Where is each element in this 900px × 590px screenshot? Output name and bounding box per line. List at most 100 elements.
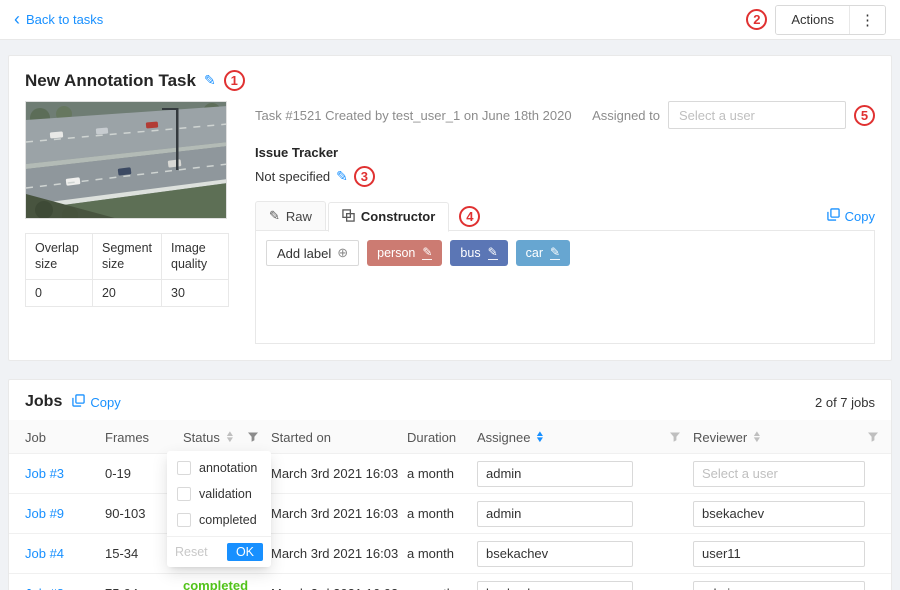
edit-label-icon[interactable]: ✎ xyxy=(488,246,498,260)
task-params-table: Overlap size Segment size Image quality … xyxy=(25,233,229,307)
label-chip-person[interactable]: person ✎ xyxy=(367,240,442,266)
job-link[interactable]: Job #9 xyxy=(25,506,64,521)
job-link[interactable]: Job #8 xyxy=(25,586,64,590)
param-header-overlap: Overlap size xyxy=(26,234,93,280)
sort-icon[interactable]: ▲▼ xyxy=(226,431,234,443)
edit-issue-tracker-icon[interactable]: ✎ xyxy=(336,168,348,185)
assignee-input[interactable] xyxy=(477,541,633,567)
label-chip-person-name: person xyxy=(377,246,415,260)
reviewer-input[interactable] xyxy=(693,461,865,487)
add-label-button[interactable]: Add label ⊕ xyxy=(266,240,359,266)
filter-option-completed[interactable]: completed xyxy=(167,507,271,533)
started-cell: March 3rd 2021 16:03 xyxy=(271,586,407,590)
job-link[interactable]: Job #4 xyxy=(25,546,64,561)
block-icon xyxy=(342,209,355,225)
kebab-menu-icon: ⋮ xyxy=(860,12,875,29)
annotation-marker-1: 1 xyxy=(224,70,245,91)
jobs-count: 2 of 7 jobs xyxy=(815,395,875,410)
actions-button-group: Actions ⋮ xyxy=(775,5,886,35)
duration-cell: a month xyxy=(407,506,477,521)
reviewer-input[interactable] xyxy=(693,541,865,567)
job-row-1: Job #3 0-19 March 3rd 2021 16:03 a month xyxy=(9,454,891,494)
checkbox-icon[interactable] xyxy=(177,461,191,475)
copy-icon xyxy=(72,394,85,410)
tab-raw-label: Raw xyxy=(286,209,312,224)
reviewer-input[interactable] xyxy=(693,501,865,527)
checkbox-icon[interactable] xyxy=(177,487,191,501)
task-preview-image xyxy=(25,101,227,219)
column-header-assignee[interactable]: Assignee ▲▼ xyxy=(477,420,693,454)
assignee-input[interactable] xyxy=(477,581,633,590)
filter-option-label: validation xyxy=(199,487,252,501)
add-label-text: Add label xyxy=(277,246,331,261)
sort-icon[interactable]: ▲▼ xyxy=(536,431,544,443)
issue-tracker-title: Issue Tracker xyxy=(255,145,875,160)
tab-raw[interactable]: ✎ Raw xyxy=(255,201,326,231)
jobs-table-header: Job Frames Status ▲▼ Started on Duration… xyxy=(9,420,891,454)
filter-option-annotation[interactable]: annotation xyxy=(167,455,271,481)
top-bar: ‹ Back to tasks 2 Actions ⋮ xyxy=(0,0,900,40)
annotation-marker-2: 2 xyxy=(746,9,767,30)
actions-button[interactable]: Actions xyxy=(776,6,850,34)
column-header-reviewer[interactable]: Reviewer ▲▼ xyxy=(693,420,891,454)
param-value-overlap: 0 xyxy=(26,279,93,306)
copy-labels-button[interactable]: Copy xyxy=(827,208,875,224)
copy-icon xyxy=(827,208,840,224)
job-row-2: Job #9 90-103 March 3rd 2021 16:03 a mon… xyxy=(9,494,891,534)
column-header-frames: Frames xyxy=(105,420,183,454)
jobs-title: Jobs xyxy=(25,393,62,411)
issue-tracker-value: Not specified xyxy=(255,169,330,184)
copy-labels-label: Copy xyxy=(845,209,875,224)
assignee-filter-icon[interactable] xyxy=(667,429,683,445)
started-cell: March 3rd 2021 16:03 xyxy=(271,466,407,481)
label-chip-car[interactable]: car ✎ xyxy=(516,240,570,266)
filter-option-validation[interactable]: validation xyxy=(167,481,271,507)
column-header-status[interactable]: Status ▲▼ xyxy=(183,420,271,454)
assignee-input[interactable] xyxy=(477,501,633,527)
param-value-quality: 30 xyxy=(162,279,229,306)
frames-cell: 75-94 xyxy=(105,586,183,590)
job-link[interactable]: Job #3 xyxy=(25,466,64,481)
duration-cell: a month xyxy=(407,546,477,561)
sort-icon[interactable]: ▲▼ xyxy=(753,431,761,443)
status-completed-label: completed xyxy=(183,578,248,590)
duration-cell: a month xyxy=(407,466,477,481)
more-menu-button[interactable]: ⋮ xyxy=(850,6,885,34)
filter-reset-button[interactable]: Reset xyxy=(175,545,208,559)
annotation-marker-3: 3 xyxy=(354,166,375,187)
column-header-job: Job xyxy=(9,420,105,454)
task-assignee-input[interactable] xyxy=(668,101,846,129)
edit-label-icon[interactable]: ✎ xyxy=(550,246,560,260)
copy-jobs-button[interactable]: Copy xyxy=(72,394,120,410)
labels-constructor-panel: Add label ⊕ person ✎ bus ✎ car ✎ xyxy=(255,230,875,344)
label-chip-bus-name: bus xyxy=(460,246,480,260)
job-row-4: Job #8 75-94 completed? March 3rd 2021 1… xyxy=(9,574,891,590)
annotation-marker-5: 5 xyxy=(854,105,875,126)
edit-title-icon[interactable]: ✎ xyxy=(204,72,216,89)
filter-ok-button[interactable]: OK xyxy=(227,543,263,561)
topbar-actions: 2 Actions ⋮ xyxy=(746,5,886,35)
back-to-tasks-link[interactable]: ‹ Back to tasks xyxy=(14,12,103,28)
tab-constructor[interactable]: Constructor xyxy=(328,202,449,232)
reviewer-input[interactable] xyxy=(693,581,865,590)
status-filter-icon[interactable] xyxy=(245,429,261,445)
label-chip-bus[interactable]: bus ✎ xyxy=(450,240,507,266)
column-header-duration: Duration xyxy=(407,420,477,454)
assignee-input[interactable] xyxy=(477,461,633,487)
back-chevron-icon: ‹ xyxy=(14,10,20,28)
edit-label-icon[interactable]: ✎ xyxy=(422,246,432,260)
tab-constructor-label: Constructor xyxy=(361,209,435,224)
back-to-tasks-label: Back to tasks xyxy=(26,12,103,27)
duration-cell: a month xyxy=(407,586,477,590)
label-chip-car-name: car xyxy=(526,246,543,260)
status-cell: completed? xyxy=(183,578,271,590)
param-header-quality: Image quality xyxy=(162,234,229,280)
plus-circle-icon: ⊕ xyxy=(337,245,348,261)
checkbox-icon[interactable] xyxy=(177,513,191,527)
job-row-3: Job #4 15-34 March 3rd 2021 16:03 a mont… xyxy=(9,534,891,574)
filter-option-label: annotation xyxy=(199,461,257,475)
pencil-icon: ✎ xyxy=(269,208,280,224)
status-filter-dropdown: annotation validation completed Reset OK xyxy=(167,451,271,567)
column-header-started: Started on xyxy=(271,420,407,454)
reviewer-filter-icon[interactable] xyxy=(865,429,881,445)
